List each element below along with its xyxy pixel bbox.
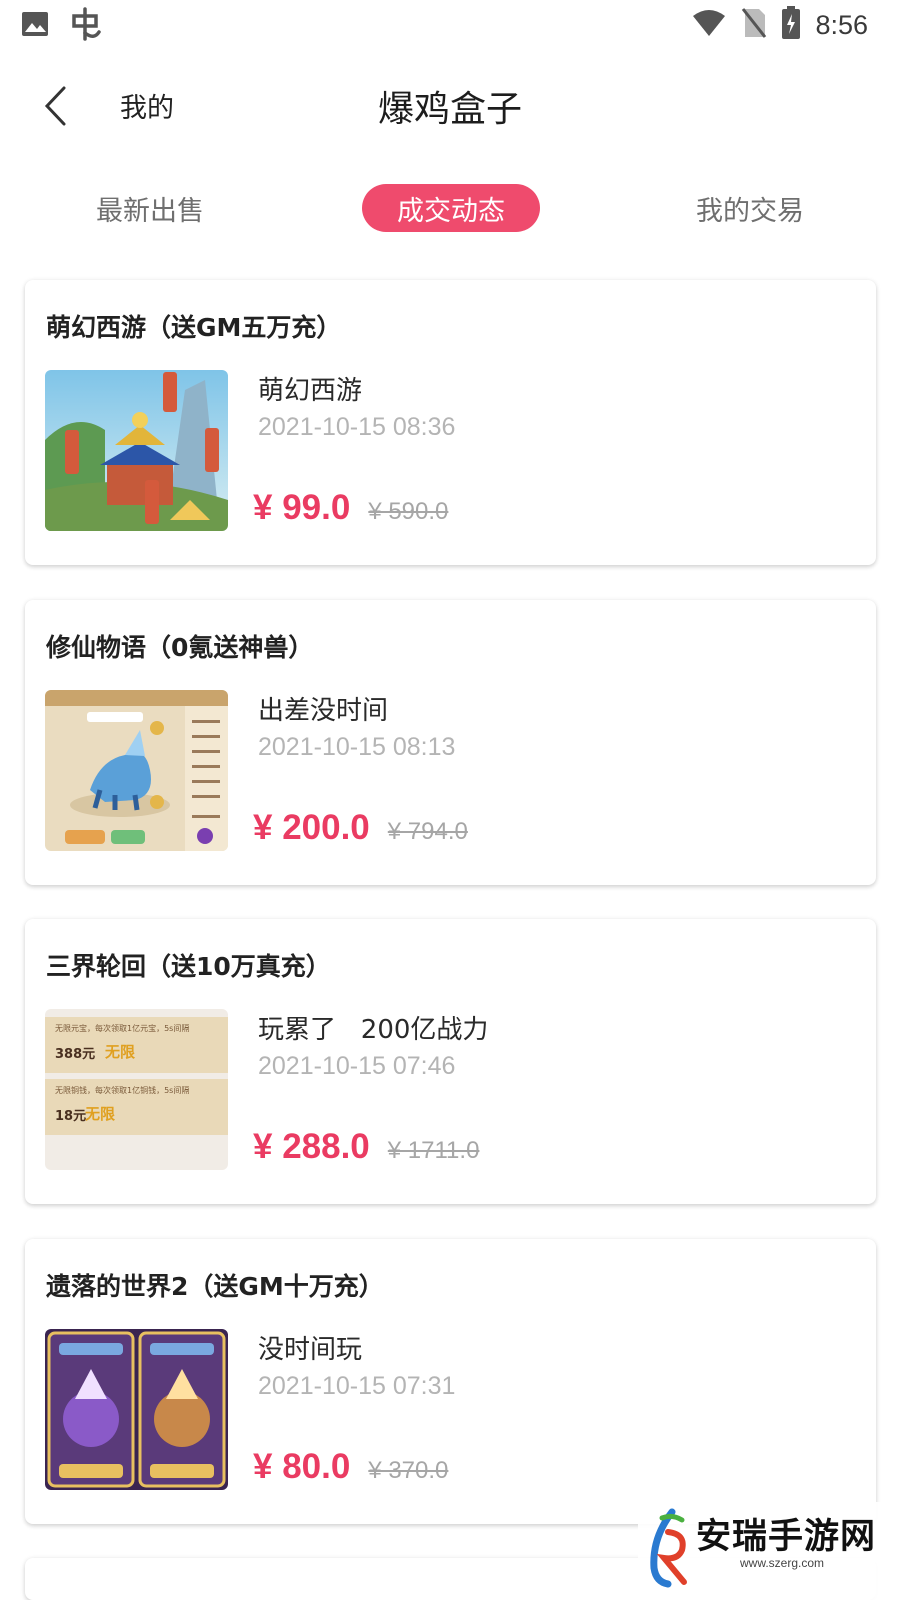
listing-card[interactable]: 遗落的世界2（送GM十万充） 没时间玩 2021-10-15 07:31 ¥ 8… [25, 1239, 876, 1524]
game-title: 修仙物语（0氪送神兽） [46, 633, 314, 662]
game-thumbnail [45, 370, 228, 531]
thumb-text-tag: 无限 [105, 1043, 136, 1061]
status-bar: 8:56 [0, 0, 900, 52]
deal-time: 2021-10-15 07:46 [258, 1052, 456, 1080]
thumb-text-tag: 无限 [85, 1105, 116, 1123]
tab-latest-sale[interactable]: 最新出售 [70, 184, 230, 232]
deal-time: 2021-10-15 08:13 [258, 733, 456, 761]
listing-card[interactable]: 修仙物语（0氪送神兽） 出差没时间 2021-10-15 08:13 ¥ 200… [25, 600, 876, 885]
game-thumbnail [45, 1329, 228, 1490]
original-price: ¥ 590.0 [368, 498, 449, 525]
thumb-text-amount: 388元 [55, 1047, 96, 1062]
game-title: 遗落的世界2（送GM十万充） [46, 1272, 384, 1301]
seller-name: 萌幻西游 [258, 376, 363, 406]
seller-name: 没时间玩 [258, 1335, 363, 1365]
tab-bar: 最新出售 成交动态 我的交易 [0, 184, 900, 236]
price-row: ¥ 200.0 ¥ 794.0 [253, 808, 468, 848]
app-header: 我的 爆鸡盒子 [0, 64, 900, 148]
game-thumbnail [45, 690, 228, 851]
clock: 8:56 [815, 9, 868, 40]
battery-icon [781, 6, 801, 44]
thumb-text-line: 无限铜钱，每次领取1亿铜钱，5s间隔 [55, 1086, 190, 1095]
game-thumbnail: 无限元宝，每次领取1亿元宝，5s间隔 388元 无限 无限铜钱，每次领取1亿铜钱… [45, 1009, 228, 1170]
price-row: ¥ 99.0 ¥ 590.0 [253, 488, 448, 528]
deal-time: 2021-10-15 08:36 [258, 413, 456, 441]
price-row: ¥ 80.0 ¥ 370.0 [253, 1447, 448, 1487]
deal-time: 2021-10-15 07:31 [258, 1372, 456, 1400]
no-sim-icon [741, 7, 767, 43]
seller-name: 出差没时间 [258, 696, 389, 726]
original-price: ¥ 1711.0 [387, 1137, 480, 1164]
original-price: ¥ 370.0 [368, 1457, 449, 1484]
listing-card[interactable]: 三界轮回（送10万真充） 无限元宝，每次领取1亿元宝，5s间隔 388元 无限 … [25, 919, 876, 1204]
gallery-icon [20, 9, 50, 43]
deal-price: ¥ 99.0 [253, 488, 351, 527]
wifi-icon [691, 8, 727, 42]
deal-price: ¥ 200.0 [253, 808, 370, 847]
watermark-text: 安瑞手游网 [696, 1517, 877, 1557]
listing-card[interactable]: 萌幻西游（送GM五万充） 萌幻西游 2021-10-15 08:36 ¥ 99.… [25, 280, 876, 565]
game-title: 萌幻西游（送GM五万充） [46, 313, 342, 342]
watermark: 安瑞手游网 www.szerg.com [638, 1502, 900, 1600]
bug-icon [68, 6, 104, 46]
deal-price: ¥ 288.0 [253, 1127, 370, 1166]
tab-my-trades[interactable]: 我的交易 [670, 184, 830, 232]
price-row: ¥ 288.0 ¥ 1711.0 [253, 1127, 479, 1167]
watermark-url: www.szerg.com [740, 1556, 825, 1570]
game-title: 三界轮回（送10万真充） [46, 952, 331, 981]
tab-deal-activity[interactable]: 成交动态 [362, 184, 540, 232]
thumb-text-amount: 18元 [55, 1109, 87, 1124]
thumb-text-line: 无限元宝，每次领取1亿元宝，5s间隔 [55, 1024, 190, 1033]
page-title: 爆鸡盒子 [377, 89, 522, 130]
deal-price: ¥ 80.0 [253, 1447, 351, 1486]
seller-name: 玩累了 200亿战力 [258, 1015, 489, 1045]
watermark-logo [650, 1508, 687, 1588]
original-price: ¥ 794.0 [387, 818, 468, 845]
